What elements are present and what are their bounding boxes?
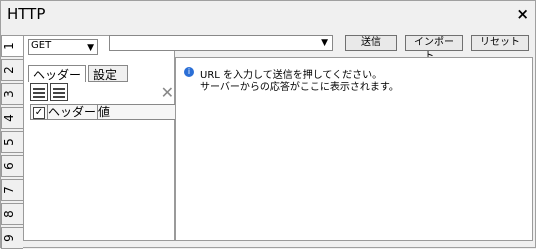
message-line-2: サーバーからの応答がここに表示されます。 [200,82,399,93]
import-button[interactable]: インポート... [405,35,463,62]
tab-settings[interactable]: 設定 [88,65,128,82]
reset-button[interactable]: リセット [471,35,529,51]
tab-6[interactable]: 6 [1,155,23,177]
title-bar: HTTP × [1,1,535,29]
response-panel: i URL を入力して送信を押してください。 サーバーからの応答がここに表示され… [175,57,533,241]
tab-4[interactable]: 4 [1,107,23,129]
tab-2[interactable]: 2 [1,59,23,81]
header-enabled-checkbox[interactable]: ✓ [33,107,45,119]
window-title: HTTP [7,5,46,23]
chevron-down-icon[interactable]: ▼ [321,38,328,48]
chevron-down-icon: ▼ [87,43,94,53]
tab-3[interactable]: 3 [1,83,23,105]
tab-1[interactable]: 1 [1,35,23,57]
tab-9[interactable]: 9 [1,227,23,249]
header-value-column: 値 [97,105,158,119]
close-icon[interactable]: × [516,5,529,23]
tab-5[interactable]: 5 [1,131,23,153]
header-tools: ✕ [30,83,178,102]
url-input[interactable]: ▼ [109,35,333,51]
http-window: HTTP × 1 2 3 4 5 6 7 8 9 GET ▼ ヘッダー 設定 ✕… [0,0,536,249]
header-table-header: ✓ ヘッダー 値 [30,104,180,120]
header-list-icon[interactable] [30,83,48,101]
left-panel: GET ▼ ヘッダー 設定 ✕ ✓ ヘッダー 値 [23,35,180,241]
tab-headers[interactable]: ヘッダー [28,65,86,82]
send-button[interactable]: 送信 [345,35,397,51]
method-select[interactable]: GET ▼ [28,39,98,55]
tab-7[interactable]: 7 [1,179,23,201]
remove-header-icon[interactable]: ✕ [161,83,174,102]
tab-8[interactable]: 8 [1,203,23,225]
info-icon: i [184,67,194,77]
header-name-column: ヘッダー [47,105,97,119]
header-edit-icon[interactable] [50,83,68,101]
vertical-tabs: 1 2 3 4 5 6 7 8 9 [1,35,23,249]
